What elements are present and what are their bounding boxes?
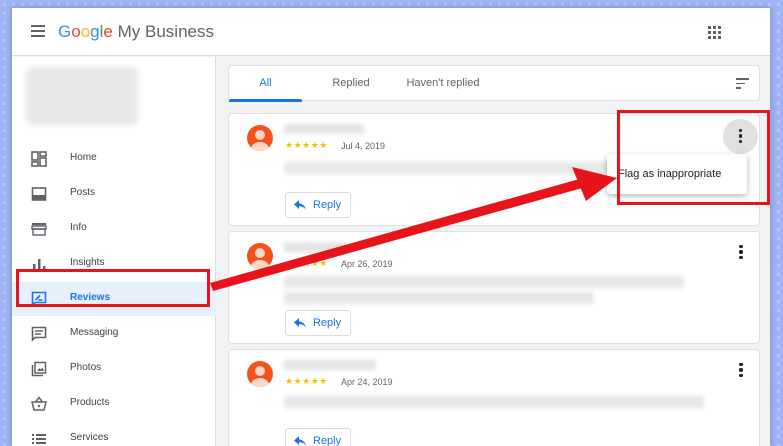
sidebar-item-home[interactable]: Home xyxy=(12,142,216,176)
star-rating: ★★★★★ xyxy=(285,140,328,150)
sidebar-item-label: Products xyxy=(70,397,110,408)
sidebar-item-messaging[interactable]: Messaging xyxy=(12,317,216,351)
dashboard-icon xyxy=(31,151,47,167)
review-card: ★★★★★ Apr 26, 2019 Reply xyxy=(228,231,760,344)
reply-icon xyxy=(294,200,306,210)
flag-as-inappropriate-menu-item[interactable]: Flag as inappropriate xyxy=(607,154,747,194)
sidebar-item-label: Photos xyxy=(70,362,102,373)
review-filter-tabs: All Replied Haven't replied xyxy=(228,65,760,102)
more-options-icon[interactable] xyxy=(723,119,758,154)
sidebar: Home Posts Info Insights Reviews Messagi… xyxy=(12,57,216,446)
reply-label: Reply xyxy=(313,435,342,446)
bar-chart-icon xyxy=(33,259,46,271)
reviewer-avatar xyxy=(247,361,273,387)
sidebar-item-reviews[interactable]: Reviews xyxy=(12,282,216,316)
sidebar-item-insights[interactable]: Insights xyxy=(12,247,216,281)
more-options-icon[interactable] xyxy=(734,363,748,381)
reply-icon xyxy=(294,318,306,328)
sidebar-item-label: Posts xyxy=(70,187,96,198)
star-rating: ★★★★★ xyxy=(285,258,328,268)
app-window: Google My Business Home Posts Info Insig… xyxy=(12,8,770,446)
hamburger-menu-icon[interactable] xyxy=(31,25,45,37)
photo-library-icon xyxy=(31,361,47,377)
posts-icon xyxy=(31,187,47,201)
business-name-redacted xyxy=(26,67,138,125)
sidebar-item-services[interactable]: Services xyxy=(12,422,216,446)
reviewer-avatar xyxy=(247,243,273,269)
tab-all[interactable]: All xyxy=(229,66,302,102)
review-text-redacted xyxy=(284,162,614,174)
list-icon xyxy=(32,434,46,444)
reviewer-name-redacted xyxy=(284,242,346,252)
more-options-icon[interactable] xyxy=(734,245,748,263)
google-wordmark: Google xyxy=(58,22,113,41)
product-name: My Business xyxy=(112,22,214,41)
star-rating: ★★★★★ xyxy=(285,376,328,386)
reply-icon xyxy=(294,436,306,446)
reviewer-name-redacted xyxy=(284,124,364,134)
review-card: ★★★★★ Apr 24, 2019 Reply xyxy=(228,349,760,446)
shopping-basket-icon xyxy=(31,396,47,411)
sidebar-item-photos[interactable]: Photos xyxy=(12,352,216,386)
sidebar-item-products[interactable]: Products xyxy=(12,387,216,421)
reply-label: Reply xyxy=(313,199,342,211)
reply-button[interactable]: Reply xyxy=(285,192,351,218)
sidebar-item-label: Messaging xyxy=(70,327,119,338)
sidebar-item-label: Insights xyxy=(70,257,105,268)
review-text-redacted xyxy=(284,276,684,288)
sidebar-item-posts[interactable]: Posts xyxy=(12,177,216,211)
tab-havent-replied[interactable]: Haven't replied xyxy=(393,66,493,102)
top-app-bar: Google My Business xyxy=(12,8,770,56)
review-date: Apr 24, 2019 xyxy=(341,377,393,387)
reviewer-avatar xyxy=(247,125,273,151)
sidebar-item-label: Reviews xyxy=(70,292,111,303)
reply-button[interactable]: Reply xyxy=(285,428,351,446)
review-text-redacted xyxy=(284,292,594,304)
sidebar-item-label: Home xyxy=(70,152,97,163)
sidebar-item-info[interactable]: Info xyxy=(12,212,216,246)
storefront-icon xyxy=(31,223,47,236)
sidebar-item-label: Services xyxy=(70,432,109,443)
message-icon xyxy=(31,326,47,342)
review-date: Jul 4, 2019 xyxy=(341,141,386,151)
app-logo[interactable]: Google My Business xyxy=(58,22,214,42)
sort-icon[interactable] xyxy=(736,78,749,89)
tab-replied[interactable]: Replied xyxy=(309,66,393,102)
review-text-redacted xyxy=(284,396,704,408)
sidebar-item-label: Info xyxy=(70,222,87,233)
review-date: Apr 26, 2019 xyxy=(341,259,393,269)
rate-review-icon xyxy=(31,291,47,307)
reply-label: Reply xyxy=(313,317,342,329)
apps-grid-icon[interactable] xyxy=(708,26,721,39)
reply-button[interactable]: Reply xyxy=(285,310,351,336)
reviewer-name-redacted xyxy=(284,360,376,370)
